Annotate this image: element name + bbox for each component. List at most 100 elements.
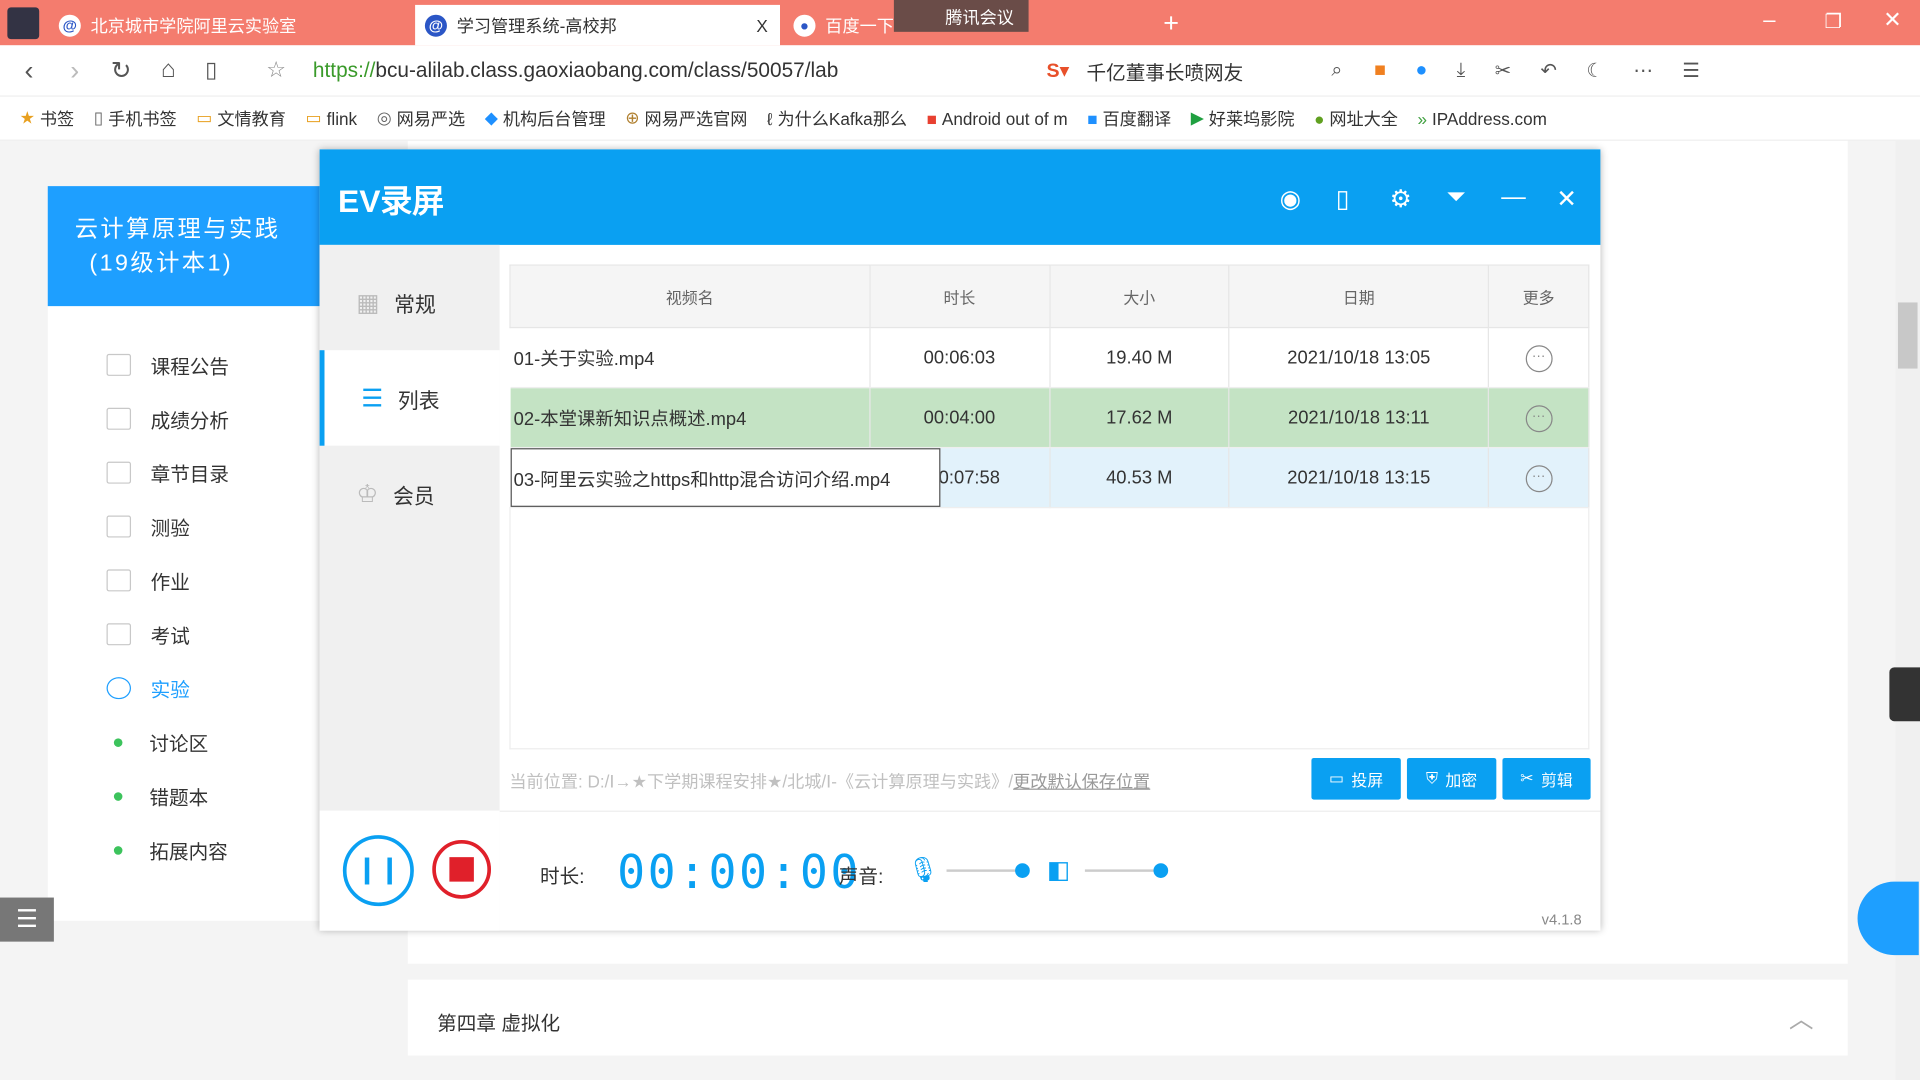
home-icon[interactable]: ⌂	[161, 56, 176, 84]
bookmark-item[interactable]: ⊕ 网易严选官网	[625, 106, 747, 130]
phone-icon[interactable]: ▯	[1336, 184, 1349, 215]
dot-icon	[113, 737, 123, 747]
user-avatar[interactable]	[7, 7, 40, 40]
search-icon[interactable]: ⌕	[1331, 59, 1342, 81]
video-table: 视频名 时长 大小 日期 更多 01-关于实验.mp4 00:06:03 19.…	[509, 264, 1590, 509]
sidebar-item-mistakes[interactable]: 错题本	[107, 781, 208, 810]
url-input[interactable]: https://bcu-alilab.class.gaoxiaobang.com…	[313, 58, 838, 82]
minimize-icon[interactable]: —	[1501, 184, 1525, 212]
sidebar-item-homework[interactable]: 作业	[106, 566, 190, 595]
table-header: 视频名 时长 大小 日期 更多	[509, 264, 1590, 329]
col-size[interactable]: 大小	[1048, 264, 1230, 329]
bookmark-label: 书签	[39, 108, 75, 128]
bookmark-item[interactable]: ◎ 网易严选	[377, 106, 465, 130]
sound-label: 声音:	[838, 866, 884, 888]
mic-volume-slider[interactable]	[946, 869, 1023, 872]
user-icon[interactable]: ◉	[1280, 184, 1301, 215]
search-input[interactable]: 千亿董事长喷网友	[1087, 56, 1332, 85]
forward-icon[interactable]: ›	[70, 54, 79, 86]
list-toggle-icon[interactable]: ☰	[0, 897, 54, 942]
stop-button[interactable]	[432, 840, 492, 899]
nav-list[interactable]: ☰ 列表	[319, 350, 500, 446]
more-options-icon[interactable]: ···	[1525, 464, 1553, 492]
side-widget[interactable]	[1889, 667, 1920, 722]
back-icon[interactable]: ‹	[24, 54, 33, 86]
more-icon[interactable]: ⋯	[1633, 58, 1653, 82]
sidebar-item-discussion[interactable]: 讨论区	[107, 727, 208, 756]
site-icon: ⊕	[625, 107, 640, 128]
col-date[interactable]: 日期	[1228, 264, 1490, 329]
undo-icon[interactable]: ↶	[1541, 58, 1557, 82]
reader-icon[interactable]: ▯	[205, 58, 217, 84]
video-name[interactable]: 02-本堂课新知识点概述.mp4	[510, 387, 871, 449]
col-name[interactable]: 视频名	[509, 264, 871, 329]
new-tab-icon[interactable]: +	[1163, 7, 1179, 39]
bookmark-item[interactable]: ★ 书签	[20, 106, 75, 130]
gear-icon[interactable]: ⚙	[1390, 184, 1412, 215]
bookmark-item[interactable]: ▭ flink	[306, 108, 358, 129]
night-mode-icon[interactable]: ☾	[1586, 58, 1604, 82]
course-header: 云计算原理与实践 (19级计本1)	[47, 186, 320, 307]
video-name[interactable]: 01-关于实验.mp4	[510, 327, 871, 389]
more-options-icon[interactable]: ···	[1525, 344, 1553, 372]
game-icon[interactable]: ■	[1374, 59, 1386, 81]
speaker-volume-slider[interactable]	[1084, 869, 1161, 872]
speaker-icon[interactable]: ◧	[1047, 855, 1070, 886]
nav-member[interactable]: ♔ 会员	[320, 446, 500, 542]
menu-icon[interactable]: ☰	[1682, 58, 1700, 82]
meeting-overlay[interactable]: 腾讯会议	[893, 0, 1029, 32]
sidebar-item-chapters[interactable]: 章节目录	[106, 458, 229, 487]
star-icon[interactable]: ☆	[266, 58, 286, 84]
table-row[interactable]: 03-阿里云实验之https和http混合访问介绍.mp4 0:07:58 40…	[510, 447, 1590, 509]
chapter-row[interactable]: 第四章 虚拟化 ︿	[407, 979, 1848, 1056]
sidebar-item-exam[interactable]: 考试	[106, 620, 190, 649]
edit-button[interactable]: ✂ 剪辑	[1502, 757, 1591, 800]
download-icon[interactable]: ⤓	[1457, 59, 1466, 81]
chevron-up-icon[interactable]: ︿	[1789, 999, 1813, 1035]
change-save-path-link[interactable]: 更改默认保存位置	[1013, 771, 1150, 791]
bookmark-item[interactable]: ● 网址大全	[1314, 106, 1398, 130]
search-engine-icon[interactable]: S▾	[1046, 58, 1069, 82]
minimize-icon[interactable]: –	[1763, 7, 1775, 33]
sidebar-item-extended[interactable]: 拓展内容	[107, 835, 228, 864]
pause-button[interactable]: ❙❙	[342, 835, 414, 907]
mic-volume-handle[interactable]	[1015, 863, 1030, 878]
tab-close-icon[interactable]: X	[756, 15, 767, 35]
bookmark-item[interactable]: » IPAddress.com	[1418, 108, 1547, 128]
close-icon[interactable]: ✕	[1556, 184, 1577, 215]
nav-general[interactable]: ▦ 常规	[320, 255, 500, 351]
scrollbar-thumb[interactable]	[1897, 302, 1918, 369]
rename-input[interactable]: 03-阿里云实验之https和http混合访问介绍.mp4	[510, 448, 940, 507]
speaker-volume-handle[interactable]	[1153, 863, 1169, 878]
bookmark-item[interactable]: ▯ 手机书签	[94, 106, 177, 130]
tab-alilab[interactable]: @ 北京城市学院阿里云实验室	[49, 5, 414, 45]
sidebar-item-announcement[interactable]: 课程公告	[106, 350, 229, 379]
bookmark-item[interactable]: ■ 百度翻译	[1087, 106, 1171, 130]
table-row[interactable]: 02-本堂课新知识点概述.mp4 00:04:00 17.62 M 2021/1…	[510, 387, 1590, 449]
extension-icon[interactable]: ●	[1415, 59, 1427, 81]
close-window-icon[interactable]: ✕	[1883, 7, 1901, 33]
sidebar-item-grades[interactable]: 成绩分析	[106, 404, 229, 433]
tab-gaoxiaobang[interactable]: @ 学习管理系统-高校邦 X	[415, 4, 781, 46]
bookmark-item[interactable]: ◆ 机构后台管理	[485, 106, 606, 130]
sidebar-label: 实验	[150, 680, 190, 702]
restore-icon[interactable]: ❐	[1824, 10, 1842, 34]
sidebar-item-lab[interactable]: 实验	[106, 673, 190, 702]
dropdown-icon[interactable]: ⏷	[1446, 184, 1466, 212]
table-row[interactable]: 01-关于实验.mp4 00:06:03 19.40 M 2021/10/18 …	[510, 327, 1590, 389]
bookmark-item[interactable]: ■ Android out of m	[927, 108, 1068, 128]
tab-label: 学习管理系统-高校邦	[456, 15, 617, 35]
microphone-icon[interactable]: 🎙	[907, 855, 938, 886]
tab-label: 北京城市学院阿里云实验室	[90, 15, 297, 35]
col-duration[interactable]: 时长	[868, 264, 1050, 329]
bookmark-item[interactable]: ℓ 为什么Kafka那么	[767, 106, 907, 130]
bookmark-item[interactable]: ▶ 好莱坞影院	[1191, 106, 1295, 130]
reload-icon[interactable]: ↻	[111, 55, 132, 86]
more-options-icon[interactable]: ···	[1525, 404, 1553, 432]
browser-tab-bar: @ 北京城市学院阿里云实验室 @ 学习管理系统-高校邦 X ● 百度一下 腾讯会议 + …	[0, 0, 1920, 46]
scissors-icon[interactable]: ✂	[1495, 58, 1511, 82]
sidebar-item-quiz[interactable]: 测验	[106, 512, 190, 541]
bookmark-item[interactable]: ▭ 文情教育	[196, 106, 286, 130]
encrypt-button[interactable]: ⛨ 加密	[1406, 757, 1497, 800]
cast-button[interactable]: ▭ 投屏	[1311, 757, 1401, 800]
